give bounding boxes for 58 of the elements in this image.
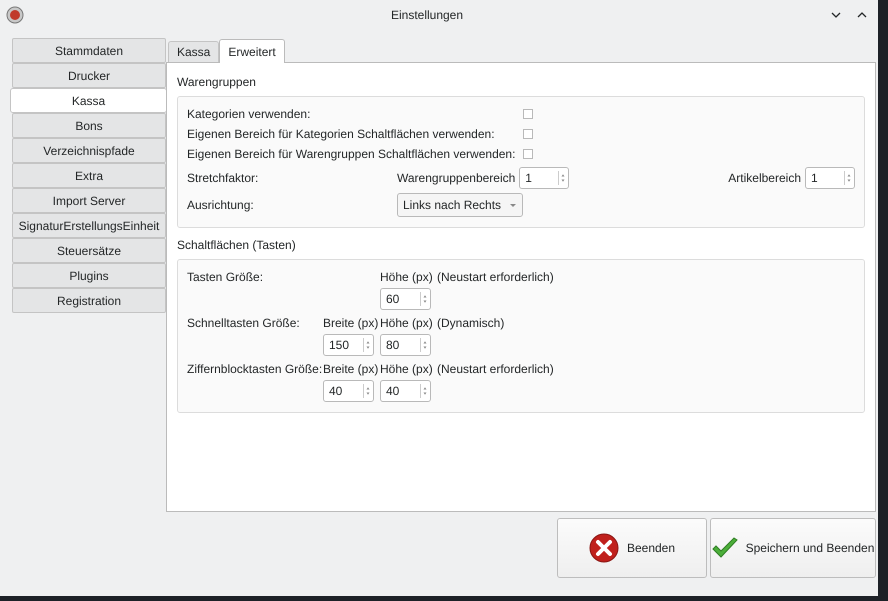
spin-arrows-icon: [420, 292, 428, 306]
sidebar-item[interactable]: Import Server: [12, 188, 166, 213]
spin-arrows-icon: [558, 171, 566, 185]
field-label: Stretchfaktor:: [187, 170, 260, 187]
sidebar-item[interactable]: Registration: [12, 288, 166, 313]
caret-icon: [509, 202, 518, 208]
sidebar-item[interactable]: SignaturErstellungsEinheit: [12, 213, 166, 238]
app-logo-icon: [6, 6, 24, 24]
checkmark-icon: [712, 537, 738, 559]
spin-arrows-icon: [420, 338, 428, 352]
field-label: Ausrichtung:: [187, 197, 255, 214]
field-label: Warengruppenbereich: [397, 170, 516, 187]
spin-arrows-icon: [844, 171, 852, 185]
dropdown[interactable]: Links nach Rechts: [397, 193, 524, 217]
row-label: Tasten Größe:: [187, 269, 264, 284]
note-text: (Neustart erforderlich): [437, 361, 555, 376]
tab[interactable]: Kassa: [168, 41, 220, 62]
sidebar-item[interactable]: Plugins: [12, 263, 166, 288]
sidebar-item[interactable]: Verzeichnispfade: [12, 138, 166, 163]
checkbox-label: Eigenen Bereich für Warengruppen Schaltflächen verwenden:: [187, 146, 516, 163]
field-label: Artikelbereich: [728, 170, 801, 187]
group-title: Warengruppen: [177, 74, 257, 91]
tab[interactable]: Erweitert: [219, 39, 285, 63]
sidebar-item[interactable]: Steuersätze: [12, 238, 166, 263]
spin-box[interactable]: 60: [380, 288, 431, 310]
checkbox-label: Kategorien verwenden:: [187, 106, 312, 123]
checkbox[interactable]: [523, 149, 533, 159]
checkbox[interactable]: [523, 109, 533, 119]
spin-arrows-icon: [363, 384, 371, 398]
spin-box[interactable]: 150: [323, 334, 374, 356]
column-header: Höhe (px): [380, 361, 434, 376]
spin-box[interactable]: 40: [323, 380, 374, 402]
sidebar-item[interactable]: Extra: [12, 163, 166, 188]
column-header: Höhe (px): [380, 315, 434, 330]
column-header: Höhe (px): [380, 269, 434, 284]
sidebar-item[interactable]: Bons: [12, 113, 166, 138]
group-title: Schaltflächen (Tasten): [177, 237, 297, 254]
sidebar-item[interactable]: Kassa: [10, 88, 167, 113]
spin-box[interactable]: 1: [519, 167, 569, 189]
checkbox[interactable]: [523, 129, 533, 139]
spin-arrows-icon: [420, 384, 428, 398]
close-icon: [588, 533, 619, 563]
note-text: (Dynamisch): [437, 315, 506, 330]
spin-box[interactable]: 40: [380, 380, 431, 402]
note-text: (Neustart erforderlich): [437, 269, 555, 284]
column-header: Breite (px): [323, 361, 380, 376]
spin-box[interactable]: 80: [380, 334, 431, 356]
window-title: Einstellungen: [390, 7, 464, 24]
row-label: Ziffernblocktasten Größe:: [187, 361, 323, 376]
sidebar-item[interactable]: Stammdaten: [12, 38, 166, 63]
checkbox-label: Eigenen Bereich für Kategorien Schaltflächen verwenden:: [187, 126, 496, 143]
cancel-button[interactable]: Beenden: [557, 518, 707, 578]
spin-arrows-icon: [363, 338, 371, 352]
column-header: Breite (px): [323, 315, 380, 330]
row-label: Schnelltasten Größe:: [187, 315, 301, 330]
sidebar-item[interactable]: Drucker: [12, 63, 166, 88]
save-button[interactable]: Speichern und Beenden: [710, 518, 876, 578]
spin-box[interactable]: 1: [805, 167, 855, 189]
